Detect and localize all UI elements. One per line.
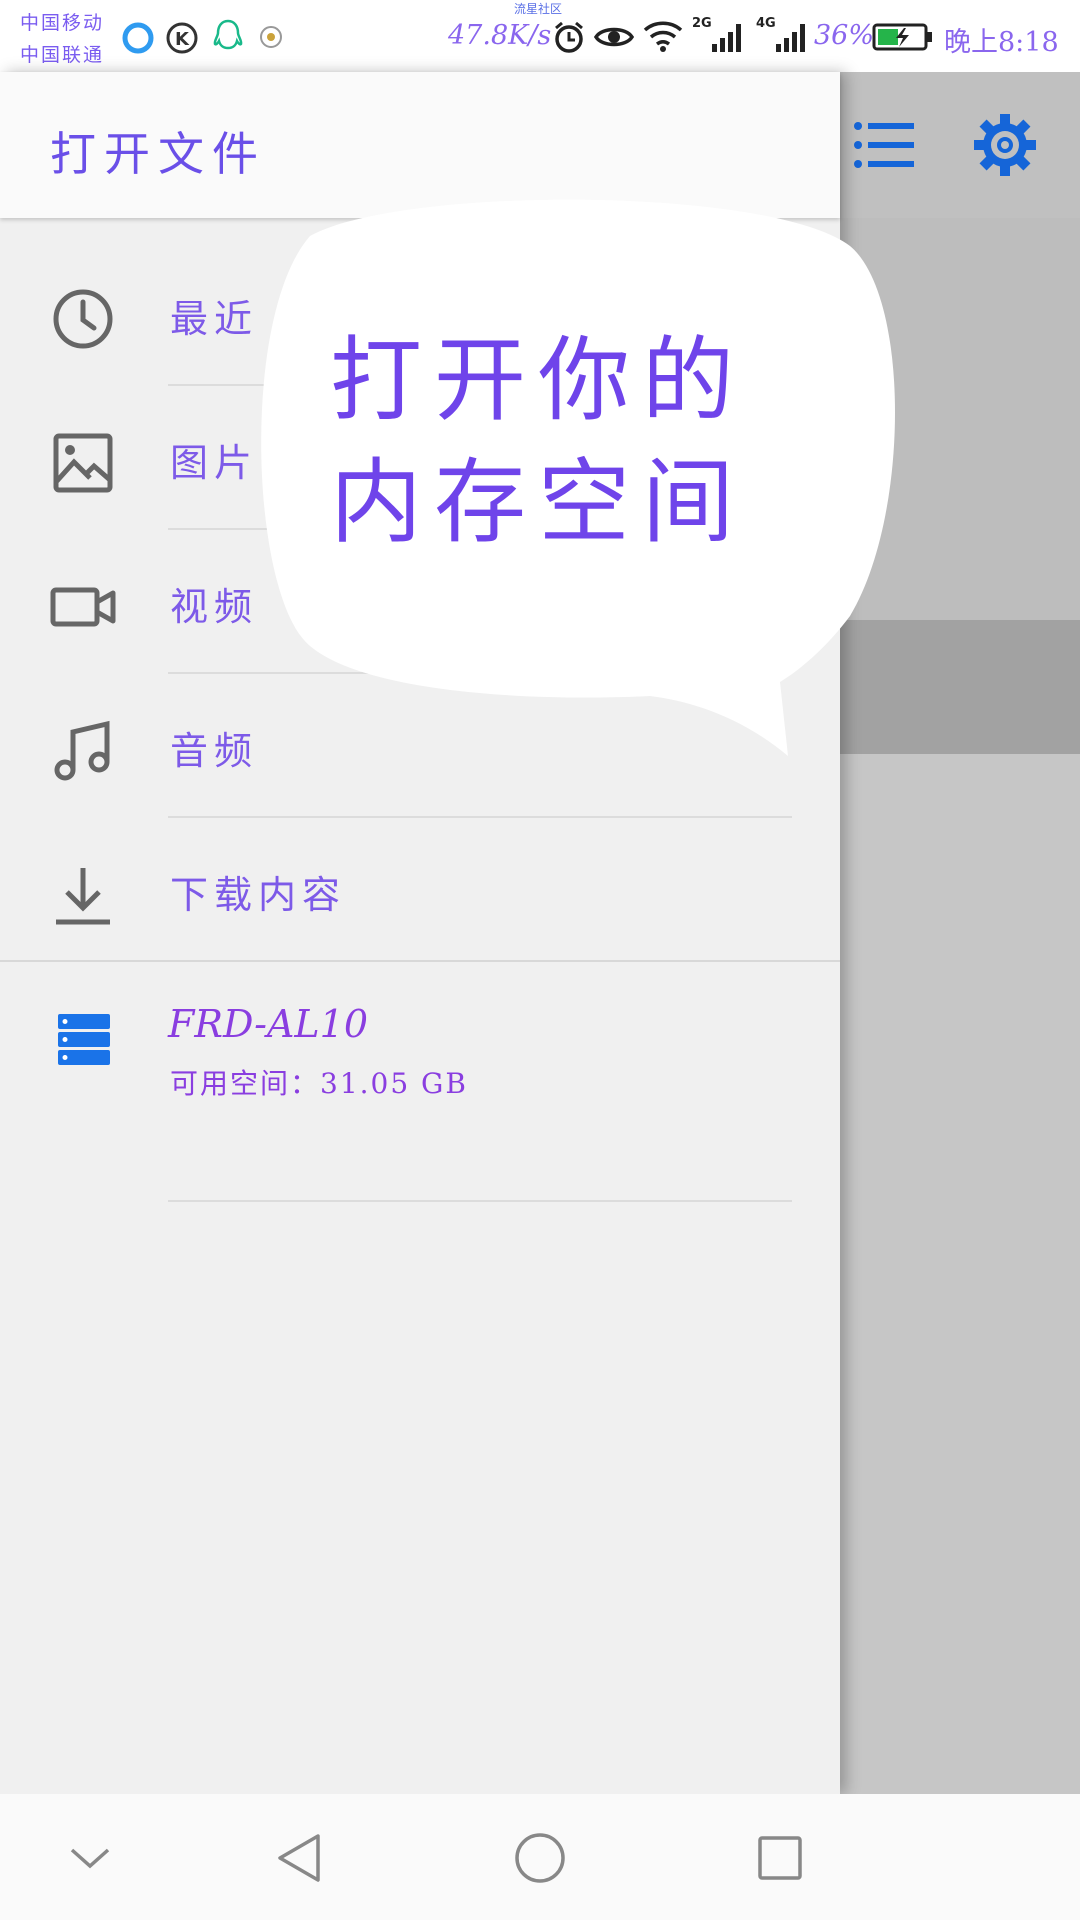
bubble-line-2: 内存空间 <box>330 449 747 556</box>
storage-name: FRD-AL10 <box>168 1002 369 1046</box>
signal-2-icon <box>776 24 805 52</box>
drawer-item-label: 最近 <box>170 297 259 341</box>
clock-icon <box>53 289 113 349</box>
signal-1-icon <box>712 24 741 52</box>
drawer-item-downloads[interactable]: 下载内容 <box>0 818 840 962</box>
alarm-icon <box>555 21 583 53</box>
bubble-line-1: 打开你的 <box>330 327 747 434</box>
drawer-item-label: 音频 <box>170 729 259 773</box>
carrier-2: 中国联通 <box>20 44 105 66</box>
browser-icon <box>122 22 154 54</box>
network-speed: 47.8K/s <box>448 20 552 51</box>
recents-icon[interactable] <box>750 1828 810 1888</box>
download-icon <box>56 868 110 925</box>
image-icon <box>53 433 113 493</box>
svg-text:K: K <box>175 29 190 50</box>
qq-icon <box>213 19 243 50</box>
clock-time: 晚上8:18 <box>944 27 1059 58</box>
carrier-1: 中国移动 <box>20 12 105 34</box>
drawer-item-label: 视频 <box>170 585 259 629</box>
video-icon <box>50 587 116 627</box>
list-icon[interactable] <box>850 110 920 180</box>
community-label: 流星社区 <box>514 2 563 16</box>
battery-percent: 36% <box>814 20 875 51</box>
k-app-icon: K <box>166 22 198 54</box>
eye-icon <box>594 27 634 47</box>
storage-free-space: 可用空间：31.05 GB <box>170 1067 469 1100</box>
storage-icon <box>58 1014 110 1065</box>
music-icon <box>54 720 110 781</box>
home-icon[interactable] <box>510 1828 570 1888</box>
signal-1-label: 2G <box>692 16 712 31</box>
notification-icon <box>260 26 282 48</box>
system-navigation-bar <box>0 1794 1080 1920</box>
gear-icon[interactable] <box>970 110 1040 180</box>
bubble-caption: 打开你的 内存空间 <box>330 320 800 564</box>
wifi-icon <box>643 21 683 52</box>
collapse-icon[interactable] <box>60 1828 120 1888</box>
signal-2-label: 4G <box>756 16 776 31</box>
divider <box>168 1200 792 1202</box>
battery-icon <box>872 23 932 51</box>
status-bar: 中国移动 中国联通 K 流星社区 47.8K/s 2G 4G 36% 晚上8:1… <box>0 0 1080 72</box>
drawer-title: 打开文件 <box>50 127 266 181</box>
back-icon[interactable] <box>270 1828 330 1888</box>
storage-item[interactable]: FRD-AL10 可用空间：31.05 GB <box>0 962 840 1202</box>
drawer-item-label: 图片 <box>170 441 259 485</box>
drawer-item-label: 下载内容 <box>170 873 347 917</box>
